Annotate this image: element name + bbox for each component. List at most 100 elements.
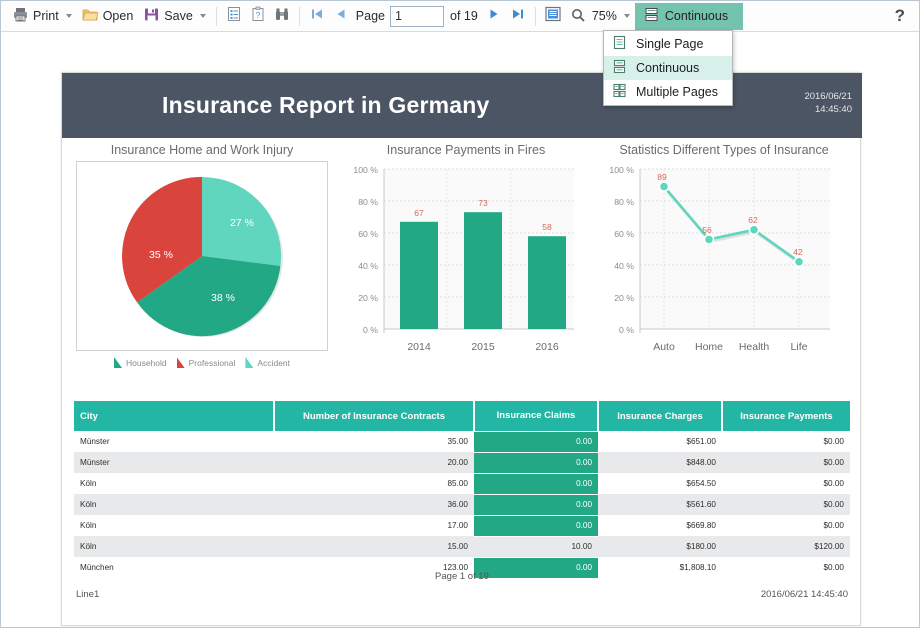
insurance-data-table: City Number of Insurance Contracts Insur… xyxy=(74,401,850,579)
line-cat-auto: Auto xyxy=(653,341,675,353)
column-header-contracts[interactable]: Number of Insurance Contracts xyxy=(274,401,475,431)
next-page-icon xyxy=(486,6,502,27)
legend-label: Household xyxy=(125,357,167,368)
table-row[interactable]: Köln 85.00 0.00 $654.50 $0.00 xyxy=(74,472,850,495)
print-button[interactable]: Print xyxy=(7,4,77,29)
page-footer-center: Page 1 of 19 xyxy=(435,571,489,582)
first-page-button[interactable] xyxy=(305,4,329,28)
line-value-home: 56 xyxy=(702,225,712,235)
menu-item-multiple-pages[interactable]: Multiple Pages xyxy=(604,80,732,104)
printer-icon xyxy=(12,6,29,26)
chevron-down-icon[interactable] xyxy=(199,14,206,18)
zoom-level-label: 75% xyxy=(591,9,617,23)
cell-city: Köln xyxy=(80,521,97,530)
toolbar-divider xyxy=(534,6,536,26)
line-value-life: 42 xyxy=(793,247,803,257)
page-view-button[interactable] xyxy=(541,4,565,28)
bookmarks-button[interactable] xyxy=(222,4,246,28)
svg-text:?: ? xyxy=(256,11,261,20)
table-row[interactable]: Köln 15.00 10.00 $180.00 $120.00 xyxy=(74,536,850,557)
cell-contracts: 35.00 xyxy=(447,437,469,446)
cell-payments: $0.00 xyxy=(823,521,845,530)
previous-page-button[interactable] xyxy=(329,4,353,28)
cell-payments: $0.00 xyxy=(722,452,850,473)
chart-bar-payments-in-fires: Insurance Payments in Fires 100 % 80 % 6… xyxy=(340,143,592,373)
cell-charges: $848.00 xyxy=(598,452,722,473)
menu-item-continuous[interactable]: Continuous xyxy=(604,56,732,80)
legend-item-accident: Accident xyxy=(245,357,290,368)
legend-swatch-icon xyxy=(113,357,122,368)
table-row[interactable]: Köln 36.00 0.00 $561.60 $0.00 xyxy=(74,493,850,516)
column-header-payments[interactable]: Insurance Payments xyxy=(722,401,850,431)
report-viewer-window: Print Open Save ? Page 1 of 19 75% Conti… xyxy=(0,0,920,628)
chevron-down-icon[interactable] xyxy=(65,14,72,18)
chart-title: Insurance Home and Work Injury xyxy=(110,143,294,157)
page-footer-right: 2016/06/21 14:45:40 xyxy=(760,589,848,600)
toolbar: Print Open Save ? Page 1 of 19 75% Conti… xyxy=(1,1,919,32)
cell-payments: $0.00 xyxy=(823,437,845,446)
cell-contracts: 36.00 xyxy=(274,494,474,515)
chart-line-types-of-insurance: Statistics Different Types of Insurance xyxy=(596,143,852,373)
single-page-icon xyxy=(612,35,627,53)
table-row[interactable]: Köln 17.00 0.00 $669.80 $0.00 xyxy=(74,514,850,537)
previous-page-icon xyxy=(333,6,349,27)
bar-svg: 100 % 80 % 60 % 40 % 20 % 0 % 67 73 58 2… xyxy=(353,165,574,353)
chevron-down-icon[interactable] xyxy=(623,14,630,18)
menu-item-single-page[interactable]: Single Page xyxy=(604,32,732,56)
column-header-charges[interactable]: Insurance Charges xyxy=(598,401,723,431)
view-mode-button[interactable]: Continuous xyxy=(634,2,744,30)
cell-charges: $654.50 xyxy=(686,479,716,488)
cell-contracts: 20.00 xyxy=(274,452,474,473)
cell-city: Köln xyxy=(74,536,274,557)
first-page-icon xyxy=(309,6,325,27)
page-number-input[interactable] xyxy=(390,5,444,27)
svg-text:40 %: 40 % xyxy=(358,261,378,271)
svg-text:40 %: 40 % xyxy=(614,261,634,271)
column-header-city[interactable]: City xyxy=(74,401,275,431)
legend-item-professional: Professional xyxy=(176,357,235,368)
bar-2014 xyxy=(400,221,438,329)
report-header-band: Insurance Report in Germany 2016/06/21 1… xyxy=(62,73,862,138)
document-scroll-area[interactable]: Insurance Report in Germany 2016/06/21 1… xyxy=(1,32,919,627)
table-row[interactable]: Münster 35.00 0.00 $651.00 $0.00 xyxy=(74,430,850,453)
svg-text:80 %: 80 % xyxy=(358,197,378,207)
last-page-button[interactable] xyxy=(506,4,530,28)
charts-row: Insurance Home and Work Injury 27 % 38 %… xyxy=(62,143,862,388)
cell-claims: 0.00 xyxy=(474,493,598,516)
bar-cat-2016: 2016 xyxy=(535,341,559,353)
page-view-icon xyxy=(544,5,562,28)
cell-city: Köln xyxy=(74,494,274,515)
document-outline-icon xyxy=(226,6,242,27)
menu-item-label: Multiple Pages xyxy=(636,85,718,99)
parameters-button[interactable]: ? xyxy=(246,4,270,28)
next-page-button[interactable] xyxy=(482,4,506,28)
table-body: Münster 35.00 0.00 $651.00 $0.00 Münster 20.00… xyxy=(74,430,850,579)
continuous-pages-icon xyxy=(644,7,659,25)
cell-payments: $120.00 xyxy=(722,536,850,557)
svg-text:0 %: 0 % xyxy=(363,325,378,335)
bar-value-2015: 73 xyxy=(478,198,488,208)
cell-claims: 0.00 xyxy=(474,430,598,453)
legend-swatch-icon xyxy=(176,357,185,368)
open-button[interactable]: Open xyxy=(77,4,139,29)
menu-item-label: Continuous xyxy=(636,61,700,75)
save-button[interactable]: Save xyxy=(138,4,211,29)
cell-claims: 10.00 xyxy=(474,536,598,557)
report-stamp-date: 2016/06/21 xyxy=(804,91,852,102)
line-cat-life: Life xyxy=(791,341,808,353)
help-button[interactable]: ? xyxy=(895,6,905,26)
zoom-control[interactable]: 75% xyxy=(565,4,635,29)
folder-open-icon xyxy=(82,6,99,26)
find-button[interactable] xyxy=(270,4,294,28)
bar-value-2016: 58 xyxy=(542,222,552,232)
svg-text:20 %: 20 % xyxy=(358,293,378,303)
cell-city: Münster xyxy=(74,452,274,473)
print-label: Print xyxy=(33,9,59,23)
view-mode-dropdown-menu: Single Page Continuous Multiple Pages xyxy=(603,30,733,106)
svg-text:60 %: 60 % xyxy=(614,229,634,239)
toolbar-divider xyxy=(298,6,300,26)
cell-charges: $651.00 xyxy=(686,437,716,446)
column-header-claims[interactable]: Insurance Claims xyxy=(474,401,599,431)
table-row[interactable]: Münster 20.00 0.00 $848.00 $0.00 xyxy=(74,451,850,474)
cell-charges: $561.60 xyxy=(598,494,722,515)
